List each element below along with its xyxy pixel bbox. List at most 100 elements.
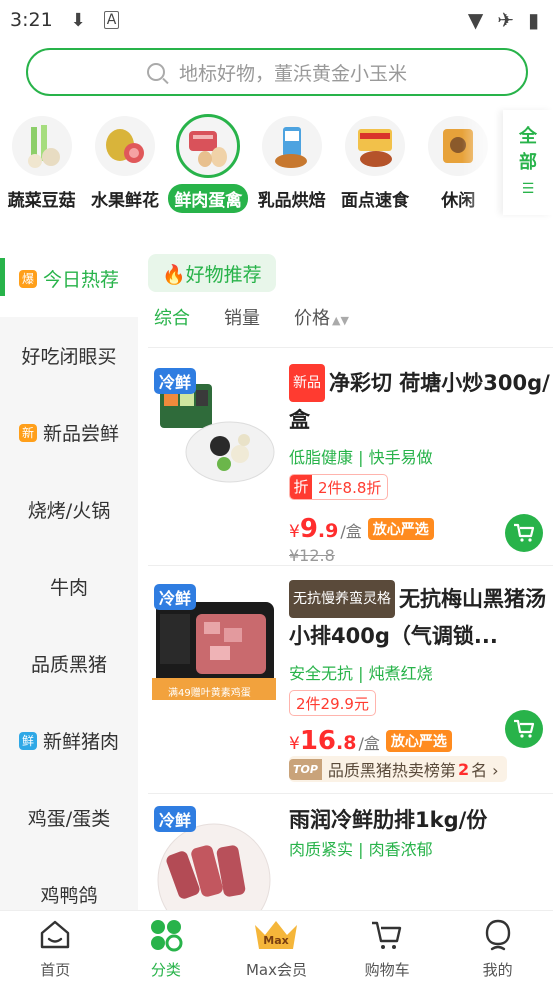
product-content: 🔥好物推荐 综合 销量 价格 ▲▼ 冷鲜 新品 净彩切 荷塘小炒300g/盒 低脂健… [138, 240, 553, 910]
promo-tag: 折 2件8.8折 [289, 474, 389, 500]
sidebar: 爆 今日热荐 好吃闭眼买 新 新品尝鲜 烧烤/火锅 牛肉 品质黑猪 鲜 新鲜猪肉… [0, 240, 138, 910]
add-to-cart-button[interactable] [505, 514, 543, 552]
category-dairy[interactable]: 乳品烘焙 [250, 112, 333, 222]
category-icon [148, 917, 184, 953]
profile-icon [480, 917, 516, 953]
sidebar-item-label: 今日热荐 [42, 269, 119, 291]
product-price: ¥ 9 .9 /盒 放心严选 [289, 514, 434, 544]
sidebar-item-tasty[interactable]: 好吃闭眼买 [0, 317, 138, 394]
airplane-icon: ✈ [497, 8, 514, 32]
menu-icon: ☰ [521, 180, 535, 197]
sidebar-item-today-hot[interactable]: 爆 今日热荐 [0, 240, 138, 317]
product-price: ¥ 16 .8 /盒 放心严选 [289, 726, 452, 756]
add-to-cart-button[interactable] [505, 710, 543, 748]
nav-label: 分类 [150, 961, 181, 979]
hot-badge: 爆 [18, 269, 37, 288]
ranking-link[interactable]: TOP 品质黑猪热卖榜第 2 名 › [289, 756, 507, 782]
category-fruit[interactable]: 水果鲜花 [83, 112, 166, 222]
sidebar-item-label: 鸡蛋/蛋类 [27, 808, 111, 830]
category-label: 水果鲜花 [90, 191, 159, 211]
trust-badge: 放心严选 [385, 730, 452, 752]
sidebar-item-bbq[interactable]: 烧烤/火锅 [0, 471, 138, 548]
nav-max-member[interactable]: Max Max会员 [221, 911, 332, 984]
price-unit: /盒 [340, 522, 362, 541]
sidebar-item-fresh-pork[interactable]: 鲜 新鲜猪肉 [0, 702, 138, 779]
status-bar: 3:21 ⬇ A ▼ ✈ ▮ [0, 0, 553, 40]
crown-text: Max [264, 934, 289, 947]
price-decimal: .8 [336, 732, 357, 754]
product-card[interactable]: 冷鲜 雨润冷鲜肋排1kg/份 肉质紧实 | 肉香浓郁 [148, 802, 553, 910]
sidebar-item-label: 品质黑猪 [30, 654, 107, 676]
category-label: 面点速食 [340, 191, 409, 211]
rank-number: 2 [457, 759, 470, 779]
cart-icon [514, 719, 535, 738]
sidebar-item-black-pork[interactable]: 品质黑猪 [0, 625, 138, 702]
discount-badge: 折 [290, 475, 312, 499]
bottom-nav: 首页 分类 Max Max会员 购物车 我的 [0, 910, 553, 984]
price-unit: /盒 [358, 734, 380, 753]
category-strip: 蔬菜豆菇 水果鲜花 鲜肉蛋禽 乳品烘焙 面点速食 休闲 [0, 112, 500, 222]
font-icon: A [103, 11, 120, 29]
nav-label: 购物车 [364, 961, 410, 979]
nav-home[interactable]: 首页 [0, 911, 111, 984]
cart-icon [514, 523, 535, 542]
wifi-icon: ▼ [467, 8, 484, 32]
cart-icon [369, 917, 405, 953]
product-title: 雨润冷鲜肋排1kg/份 [289, 802, 553, 838]
search-bar[interactable]: 地标好物，董浜黄金小玉米 [26, 48, 528, 96]
nav-cart[interactable]: 购物车 [332, 911, 443, 984]
trust-badge: 放心严选 [367, 518, 434, 540]
sort-price[interactable]: 价格 ▲▼ [294, 304, 349, 330]
sort-price-label: 价格 [294, 308, 330, 329]
product-title-text: 净彩切 荷塘小炒300g/盒 [289, 371, 550, 432]
status-time: 3:21 [10, 9, 53, 31]
sort-bar: 综合 销量 价格 ▲▼ [154, 304, 349, 330]
sidebar-item-eggs[interactable]: 鸡蛋/蛋类 [0, 779, 138, 856]
category-meat[interactable]: 鲜肉蛋禽 [167, 112, 250, 222]
product-card[interactable]: 冷鲜 新品 净彩切 荷塘小炒300g/盒 低脂健康 | 快手易做 折 2件8.8折… [148, 364, 553, 565]
vegetables-icon [11, 116, 72, 176]
rank-text: 品质黑猪热卖榜第 [327, 761, 456, 780]
sidebar-item-new[interactable]: 新 新品尝鲜 [0, 394, 138, 471]
promo-text: 2件29.9元 [296, 694, 369, 713]
dairy-icon [261, 116, 322, 176]
product-title: 新品 净彩切 荷塘小炒300g/盒 [289, 364, 553, 438]
promo-text: 2件8.8折 [318, 478, 382, 497]
sort-sales[interactable]: 销量 [224, 304, 260, 330]
noodle-icon [344, 116, 405, 176]
all-categories-char: 全 [519, 125, 537, 147]
product-card[interactable]: 冷鲜 满49赠叶黄素鸡蛋 无抗慢养蛮灵格 无抗梅山黑猪汤小排400g（气调锁...… [148, 580, 553, 790]
all-categories-button[interactable]: 全 部 ☰ [503, 110, 553, 215]
price-integer: 9 [299, 514, 318, 544]
product-subtitle: 低脂健康 | 快手易做 [289, 448, 433, 467]
product-title-text: 雨润冷鲜肋排1kg/份 [289, 808, 488, 832]
rank-text-end: 名 › [471, 761, 499, 780]
sort-arrows-icon: ▲▼ [332, 314, 349, 327]
all-categories-char: 部 [519, 151, 537, 173]
sidebar-item-label: 牛肉 [49, 577, 88, 599]
nav-category[interactable]: 分类 [111, 911, 222, 984]
search-placeholder: 地标好物，董浜黄金小玉米 [178, 62, 407, 85]
sort-default[interactable]: 综合 [154, 304, 190, 330]
download-icon: ⬇ [70, 9, 86, 31]
battery-icon: ▮ [527, 8, 539, 32]
category-label: 鲜肉蛋禽 [168, 184, 249, 213]
product-title: 无抗慢养蛮灵格 无抗梅山黑猪汤小排400g（气调锁... [289, 580, 553, 654]
sidebar-item-beef[interactable]: 牛肉 [0, 548, 138, 625]
category-vegetables[interactable]: 蔬菜豆菇 [0, 112, 83, 222]
product-image: 冷鲜 满49赠叶黄素鸡蛋 [150, 580, 278, 708]
product-image: 冷鲜 [150, 802, 278, 910]
category-noodle[interactable]: 面点速食 [333, 112, 416, 222]
home-icon [37, 917, 73, 953]
divider [148, 347, 553, 348]
price-integer: 16 [299, 726, 337, 756]
product-subtitle: 肉质紧实 | 肉香浓郁 [289, 840, 433, 859]
sidebar-item-label: 烧烤/火锅 [27, 500, 111, 522]
nav-profile[interactable]: 我的 [442, 911, 553, 984]
cold-fresh-badge: 冷鲜 [154, 584, 197, 610]
new-badge: 新 [18, 423, 37, 442]
fruit-icon [94, 116, 155, 176]
fresh-badge: 鲜 [18, 731, 37, 750]
nav-label: Max会员 [245, 961, 307, 979]
product-image: 冷鲜 [150, 364, 278, 492]
